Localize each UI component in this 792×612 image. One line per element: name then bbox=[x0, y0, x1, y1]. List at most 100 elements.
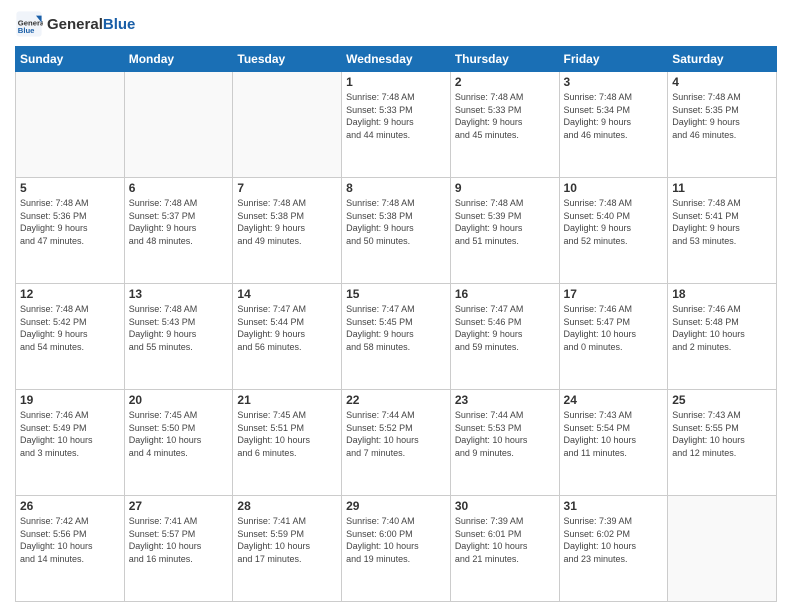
day-number: 19 bbox=[20, 393, 120, 407]
day-info: Sunrise: 7:39 AM Sunset: 6:01 PM Dayligh… bbox=[455, 515, 555, 565]
day-number: 8 bbox=[346, 181, 446, 195]
calendar-cell: 2 Sunrise: 7:48 AM Sunset: 5:33 PM Daylig… bbox=[450, 72, 559, 178]
day-number: 7 bbox=[237, 181, 337, 195]
calendar-cell: 26 Sunrise: 7:42 AM Sunset: 5:56 PM Dayli… bbox=[16, 496, 125, 602]
weekday-header-sunday: Sunday bbox=[16, 47, 125, 72]
day-info: Sunrise: 7:48 AM Sunset: 5:39 PM Dayligh… bbox=[455, 197, 555, 247]
day-number: 21 bbox=[237, 393, 337, 407]
page: General Blue GeneralBlue SundayMondayTue… bbox=[0, 0, 792, 612]
weekday-header-tuesday: Tuesday bbox=[233, 47, 342, 72]
day-info: Sunrise: 7:44 AM Sunset: 5:52 PM Dayligh… bbox=[346, 409, 446, 459]
day-info: Sunrise: 7:48 AM Sunset: 5:36 PM Dayligh… bbox=[20, 197, 120, 247]
week-row-5: 26 Sunrise: 7:42 AM Sunset: 5:56 PM Dayli… bbox=[16, 496, 777, 602]
day-number: 5 bbox=[20, 181, 120, 195]
day-number: 31 bbox=[564, 499, 664, 513]
week-row-3: 12Sunrise: 7:48 AM Sunset: 5:42 PM Dayli… bbox=[16, 284, 777, 390]
calendar-cell bbox=[124, 72, 233, 178]
calendar-cell: 20Sunrise: 7:45 AM Sunset: 5:50 PM Dayli… bbox=[124, 390, 233, 496]
day-info: Sunrise: 7:43 AM Sunset: 5:54 PM Dayligh… bbox=[564, 409, 664, 459]
day-number: 24 bbox=[564, 393, 664, 407]
svg-text:Blue: Blue bbox=[18, 26, 35, 35]
day-info: Sunrise: 7:46 AM Sunset: 5:48 PM Dayligh… bbox=[672, 303, 772, 353]
day-number: 3 bbox=[564, 75, 664, 89]
day-info: Sunrise: 7:47 AM Sunset: 5:45 PM Dayligh… bbox=[346, 303, 446, 353]
calendar-table: SundayMondayTuesdayWednesdayThursdayFrid… bbox=[15, 46, 777, 602]
calendar-cell: 14 Sunrise: 7:47 AM Sunset: 5:44 PM Dayli… bbox=[233, 284, 342, 390]
calendar-cell: 18Sunrise: 7:46 AM Sunset: 5:48 PM Dayli… bbox=[668, 284, 777, 390]
day-info: Sunrise: 7:44 AM Sunset: 5:53 PM Dayligh… bbox=[455, 409, 555, 459]
calendar-cell: 23Sunrise: 7:44 AM Sunset: 5:53 PM Dayli… bbox=[450, 390, 559, 496]
day-number: 15 bbox=[346, 287, 446, 301]
calendar-cell: 28Sunrise: 7:41 AM Sunset: 5:59 PM Dayli… bbox=[233, 496, 342, 602]
calendar-cell: 17Sunrise: 7:46 AM Sunset: 5:47 PM Dayli… bbox=[559, 284, 668, 390]
day-number: 29 bbox=[346, 499, 446, 513]
day-info: Sunrise: 7:48 AM Sunset: 5:38 PM Dayligh… bbox=[237, 197, 337, 247]
calendar-cell: 19 Sunrise: 7:46 AM Sunset: 5:49 PM Dayli… bbox=[16, 390, 125, 496]
day-info: Sunrise: 7:48 AM Sunset: 5:40 PM Dayligh… bbox=[564, 197, 664, 247]
day-number: 30 bbox=[455, 499, 555, 513]
day-number: 11 bbox=[672, 181, 772, 195]
day-info: Sunrise: 7:39 AM Sunset: 6:02 PM Dayligh… bbox=[564, 515, 664, 565]
day-info: Sunrise: 7:45 AM Sunset: 5:51 PM Dayligh… bbox=[237, 409, 337, 459]
logo-blue: Blue bbox=[103, 16, 136, 33]
calendar-cell: 7 Sunrise: 7:48 AM Sunset: 5:38 PM Daylig… bbox=[233, 178, 342, 284]
day-info: Sunrise: 7:48 AM Sunset: 5:37 PM Dayligh… bbox=[129, 197, 229, 247]
day-number: 2 bbox=[455, 75, 555, 89]
day-number: 6 bbox=[129, 181, 229, 195]
day-number: 12 bbox=[20, 287, 120, 301]
calendar-cell: 22 Sunrise: 7:44 AM Sunset: 5:52 PM Dayli… bbox=[342, 390, 451, 496]
weekday-header-row: SundayMondayTuesdayWednesdayThursdayFrid… bbox=[16, 47, 777, 72]
weekday-header-thursday: Thursday bbox=[450, 47, 559, 72]
calendar-cell bbox=[233, 72, 342, 178]
calendar-cell: 24 Sunrise: 7:43 AM Sunset: 5:54 PM Dayli… bbox=[559, 390, 668, 496]
weekday-header-monday: Monday bbox=[124, 47, 233, 72]
day-info: Sunrise: 7:48 AM Sunset: 5:38 PM Dayligh… bbox=[346, 197, 446, 247]
header: General Blue GeneralBlue bbox=[15, 10, 777, 38]
logo-icon: General Blue bbox=[15, 10, 43, 38]
day-number: 13 bbox=[129, 287, 229, 301]
calendar-body: 1 Sunrise: 7:48 AM Sunset: 5:33 PM Daylig… bbox=[16, 72, 777, 602]
day-info: Sunrise: 7:48 AM Sunset: 5:35 PM Dayligh… bbox=[672, 91, 772, 141]
calendar-cell: 29 Sunrise: 7:40 AM Sunset: 6:00 PM Dayli… bbox=[342, 496, 451, 602]
calendar-cell: 5 Sunrise: 7:48 AM Sunset: 5:36 PM Daylig… bbox=[16, 178, 125, 284]
day-number: 25 bbox=[672, 393, 772, 407]
calendar-cell: 16 Sunrise: 7:47 AM Sunset: 5:46 PM Dayli… bbox=[450, 284, 559, 390]
day-info: Sunrise: 7:47 AM Sunset: 5:44 PM Dayligh… bbox=[237, 303, 337, 353]
calendar-cell bbox=[16, 72, 125, 178]
day-info: Sunrise: 7:43 AM Sunset: 5:55 PM Dayligh… bbox=[672, 409, 772, 459]
calendar-cell bbox=[668, 496, 777, 602]
calendar-cell: 8 Sunrise: 7:48 AM Sunset: 5:38 PM Daylig… bbox=[342, 178, 451, 284]
day-info: Sunrise: 7:48 AM Sunset: 5:41 PM Dayligh… bbox=[672, 197, 772, 247]
day-number: 4 bbox=[672, 75, 772, 89]
calendar-cell: 31 Sunrise: 7:39 AM Sunset: 6:02 PM Dayli… bbox=[559, 496, 668, 602]
weekday-header-friday: Friday bbox=[559, 47, 668, 72]
day-info: Sunrise: 7:46 AM Sunset: 5:49 PM Dayligh… bbox=[20, 409, 120, 459]
week-row-2: 5 Sunrise: 7:48 AM Sunset: 5:36 PM Daylig… bbox=[16, 178, 777, 284]
day-info: Sunrise: 7:48 AM Sunset: 5:33 PM Dayligh… bbox=[346, 91, 446, 141]
day-info: Sunrise: 7:47 AM Sunset: 5:46 PM Dayligh… bbox=[455, 303, 555, 353]
day-number: 22 bbox=[346, 393, 446, 407]
calendar-cell: 9 Sunrise: 7:48 AM Sunset: 5:39 PM Daylig… bbox=[450, 178, 559, 284]
day-info: Sunrise: 7:46 AM Sunset: 5:47 PM Dayligh… bbox=[564, 303, 664, 353]
day-info: Sunrise: 7:42 AM Sunset: 5:56 PM Dayligh… bbox=[20, 515, 120, 565]
day-info: Sunrise: 7:41 AM Sunset: 5:57 PM Dayligh… bbox=[129, 515, 229, 565]
day-info: Sunrise: 7:48 AM Sunset: 5:34 PM Dayligh… bbox=[564, 91, 664, 141]
day-number: 1 bbox=[346, 75, 446, 89]
day-number: 20 bbox=[129, 393, 229, 407]
calendar-cell: 15 Sunrise: 7:47 AM Sunset: 5:45 PM Dayli… bbox=[342, 284, 451, 390]
day-info: Sunrise: 7:40 AM Sunset: 6:00 PM Dayligh… bbox=[346, 515, 446, 565]
calendar-cell: 3 Sunrise: 7:48 AM Sunset: 5:34 PM Daylig… bbox=[559, 72, 668, 178]
day-info: Sunrise: 7:48 AM Sunset: 5:33 PM Dayligh… bbox=[455, 91, 555, 141]
day-number: 26 bbox=[20, 499, 120, 513]
logo-general: General bbox=[47, 16, 103, 33]
day-number: 14 bbox=[237, 287, 337, 301]
calendar-cell: 30 Sunrise: 7:39 AM Sunset: 6:01 PM Dayli… bbox=[450, 496, 559, 602]
day-number: 27 bbox=[129, 499, 229, 513]
day-number: 10 bbox=[564, 181, 664, 195]
day-number: 28 bbox=[237, 499, 337, 513]
logo-text: GeneralBlue bbox=[47, 16, 135, 33]
day-number: 9 bbox=[455, 181, 555, 195]
week-row-1: 1 Sunrise: 7:48 AM Sunset: 5:33 PM Daylig… bbox=[16, 72, 777, 178]
calendar-cell: 10 Sunrise: 7:48 AM Sunset: 5:40 PM Dayli… bbox=[559, 178, 668, 284]
day-number: 16 bbox=[455, 287, 555, 301]
